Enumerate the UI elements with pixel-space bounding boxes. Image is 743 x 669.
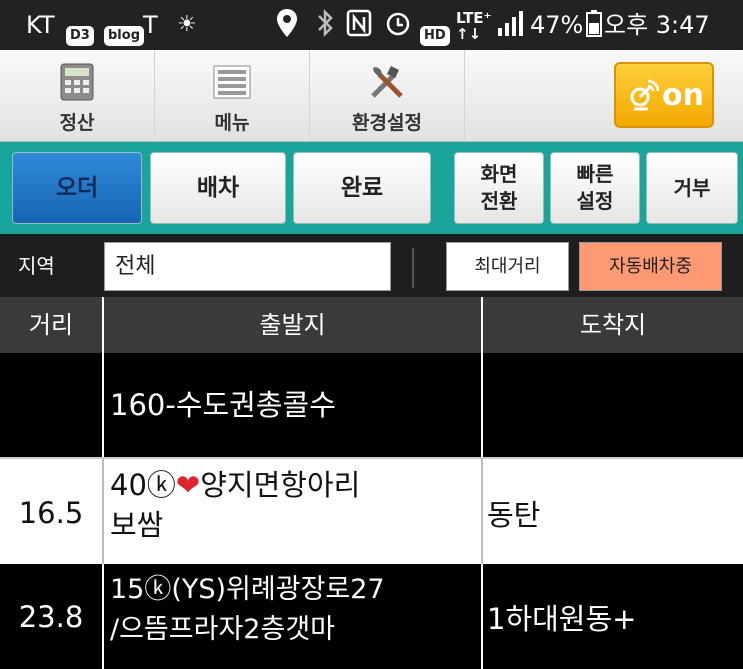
signal-icon bbox=[496, 8, 526, 47]
row-origin: 15ⓚ(YS)위례광장로27 /으뜸프라자2층갯마 bbox=[104, 564, 483, 669]
quick-setup-line2: 설정 bbox=[576, 189, 614, 213]
nfc-icon bbox=[346, 8, 372, 47]
region-label: 지역 bbox=[18, 254, 55, 278]
row-origin: 40ⓚ❤양지면항아리 보쌈 bbox=[104, 459, 483, 566]
battery-icon bbox=[586, 8, 602, 47]
status-chip-blog: blog bbox=[104, 14, 144, 48]
heart-icon: ❤ bbox=[175, 468, 201, 502]
row-destination: 1하대원동+ bbox=[483, 564, 743, 669]
bluetooth-icon bbox=[316, 8, 334, 47]
hd-icon: HD bbox=[420, 14, 450, 48]
antenna-icon bbox=[626, 77, 662, 113]
battery-percent: 47% bbox=[530, 11, 584, 39]
tab-complete-label: 완료 bbox=[340, 175, 384, 201]
row-origin: 160-수도권총콜수 bbox=[104, 353, 483, 457]
quick-setup-line1: 빠른 bbox=[576, 162, 614, 186]
origin-line-2: 보쌈 bbox=[110, 508, 164, 542]
row-distance: 16.5 bbox=[0, 459, 104, 566]
table-row[interactable]: 16.5 40ⓚ❤양지면항아리 보쌈 동탄 bbox=[0, 457, 743, 566]
calculator-icon bbox=[55, 62, 99, 102]
reject-label: 거부 bbox=[673, 176, 711, 200]
row-destination: 동탄 bbox=[483, 459, 743, 566]
settings-label: 환경설정 bbox=[352, 112, 422, 134]
origin-line-1: 15ⓚ(YS)위례광장로27 bbox=[110, 574, 385, 605]
on-label: on bbox=[662, 78, 704, 113]
screen-switch-line1: 화면 bbox=[480, 162, 518, 186]
tab-dispatch-label: 배차 bbox=[196, 175, 240, 201]
lte-icon: LTE⁺ ↑↓ bbox=[456, 9, 492, 43]
settle-button[interactable]: 정산 bbox=[0, 50, 155, 142]
location-icon bbox=[276, 8, 298, 47]
auto-dispatch-button[interactable]: 자동배차중 bbox=[579, 242, 722, 291]
settle-label: 정산 bbox=[59, 112, 95, 134]
row-distance: 23.8 bbox=[0, 564, 104, 669]
status-bar: KT D3 blog T ☀ HD LTE⁺ ↑↓ 47% 오후 3:47 bbox=[0, 0, 743, 50]
header-destination: 도착지 bbox=[483, 297, 743, 353]
online-toggle-button[interactable]: on bbox=[614, 62, 714, 128]
menu-label: 메뉴 bbox=[214, 112, 250, 134]
list-icon bbox=[210, 62, 254, 102]
filter-divider bbox=[412, 248, 414, 288]
tab-order[interactable]: 오더 bbox=[12, 152, 142, 224]
t-app-icon: T bbox=[143, 11, 158, 39]
screen-switch-button[interactable]: 화면 전환 bbox=[454, 152, 544, 224]
origin-line-1: 40ⓚ❤양지면항아리 bbox=[110, 465, 481, 505]
tab-dispatch[interactable]: 배차 bbox=[150, 152, 286, 224]
table-row[interactable]: 160-수도권총콜수 bbox=[0, 353, 743, 457]
origin-line-2: /으뜸프라자2층갯마 bbox=[110, 614, 335, 645]
header-distance: 거리 bbox=[0, 297, 104, 353]
order-table: 거리 출발지 도착지 160-수도권총콜수 16.5 40ⓚ❤양지면항아리 보쌈… bbox=[0, 297, 743, 669]
alarm-icon bbox=[384, 8, 412, 47]
menu-button[interactable]: 메뉴 bbox=[155, 50, 310, 142]
origin-code: 40ⓚ bbox=[110, 468, 176, 502]
settings-button[interactable]: 환경설정 bbox=[310, 50, 465, 142]
tools-icon bbox=[365, 62, 409, 102]
d3-chip: D3 bbox=[66, 26, 94, 46]
carrier-label: KT bbox=[26, 11, 55, 39]
tab-complete[interactable]: 완료 bbox=[293, 152, 431, 224]
table-row[interactable]: 23.8 15ⓚ(YS)위례광장로27 /으뜸프라자2층갯마 1하대원동+ bbox=[0, 564, 743, 669]
row-destination bbox=[483, 353, 743, 457]
region-select[interactable]: 전체 bbox=[104, 242, 391, 291]
max-distance-button[interactable]: 최대거리 bbox=[446, 242, 569, 291]
tab-order-label: 오더 bbox=[55, 175, 99, 201]
row-distance bbox=[0, 353, 104, 457]
status-chip-d3: D3 bbox=[66, 14, 94, 48]
blog-chip: blog bbox=[104, 26, 144, 46]
clock: 오후 3:47 bbox=[604, 11, 710, 39]
brightness-icon: ☀ bbox=[177, 12, 197, 37]
quick-setup-button[interactable]: 빠른 설정 bbox=[550, 152, 640, 224]
origin-place: 양지면항아리 bbox=[200, 468, 361, 502]
screen-switch-line2: 전환 bbox=[480, 189, 518, 213]
tab-row: 오더 배차 완료 화면 전환 빠른 설정 거부 bbox=[0, 142, 743, 234]
reject-button[interactable]: 거부 bbox=[646, 152, 738, 224]
header-origin: 출발지 bbox=[104, 297, 483, 353]
